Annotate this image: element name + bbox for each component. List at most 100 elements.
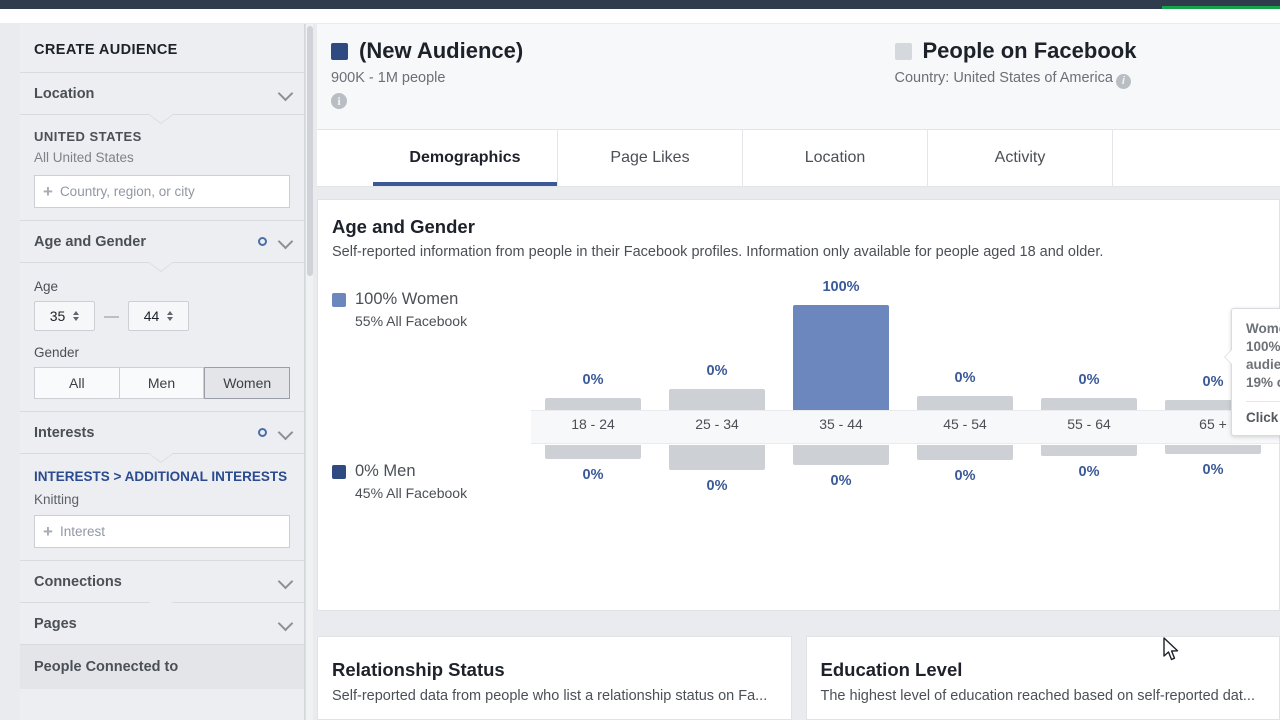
browser-chrome-bar	[0, 0, 1280, 9]
chart-bucket-35-44[interactable]: 100% 0% 35 - 44	[779, 270, 903, 610]
card-title: Relationship Status	[332, 659, 505, 680]
legend-men: 0% Men 45% All Facebook	[332, 462, 467, 501]
age-min-value: 35	[49, 308, 66, 324]
age-gender-panel: Age 35 — 44 Gender All Men Women	[20, 263, 304, 411]
sidebar-section-connections-label: Connections	[34, 573, 122, 590]
breadcrumb-leaf: ADDITIONAL INTERESTS	[124, 469, 288, 484]
sidebar-section-age-gender-controls	[258, 221, 292, 262]
age-max-value: 44	[143, 308, 160, 324]
legend-women-value: 100% Women	[355, 290, 459, 308]
chart-plot-area[interactable]: 0% 0% 18 - 24 0% 0% 25 - 34 100% 0% 35 - 44 0% 0% 4…	[531, 270, 1280, 610]
demographics-tab-bar: Demographics Page Likes Location Activit…	[317, 130, 1280, 187]
men-pct-label: 0%	[830, 473, 852, 489]
stepper-arrows-icon	[73, 311, 80, 321]
card-description: The highest level of education reached b…	[820, 688, 1255, 704]
age-min-stepper[interactable]: 35	[34, 301, 95, 331]
card-title: Education Level	[820, 659, 963, 680]
x-axis-label: 18 - 24	[571, 416, 615, 432]
location-country-header: UNITED STATES	[34, 129, 142, 144]
benchmark-bar-women	[917, 396, 1013, 410]
interests-breadcrumb[interactable]: INTERESTS > ADDITIONAL INTERESTS	[34, 468, 290, 485]
chart-bucket-45-54[interactable]: 0% 0% 45 - 54	[903, 270, 1027, 610]
scrollbar-thumb[interactable]	[306, 26, 313, 276]
location-country-value: All United States	[34, 150, 134, 165]
audience-bar-women[interactable]	[793, 305, 889, 410]
audience-size: 900K - 1M people	[331, 70, 446, 86]
chart-bucket-25-34[interactable]: 0% 0% 25 - 34	[655, 270, 779, 610]
sidebar-section-interests[interactable]: Interests	[20, 412, 304, 453]
women-pct-label: 100%	[822, 279, 860, 295]
chevron-down-icon[interactable]	[279, 575, 292, 588]
chevron-down-icon[interactable]	[279, 235, 292, 248]
tab-activity[interactable]: Activity	[928, 130, 1113, 186]
tab-location[interactable]: Location	[743, 130, 928, 186]
chevron-down-icon[interactable]	[279, 87, 292, 100]
benchmark-title-row: People on Facebook	[894, 38, 1267, 64]
age-max-stepper[interactable]: 44	[128, 301, 189, 331]
men-pct-label: 0%	[954, 468, 976, 484]
women-pct-label: 0%	[954, 370, 976, 387]
age-gender-chart[interactable]: 100% Women 55% All Facebook 0% Men 45% A…	[318, 270, 1280, 661]
section-notch	[20, 114, 304, 124]
tab-page-likes[interactable]: Page Likes	[558, 130, 743, 186]
benchmark-name: People on Facebook	[922, 38, 1137, 63]
chart-bucket-18-24[interactable]: 0% 0% 18 - 24	[531, 270, 655, 610]
benchmark-bar-women	[545, 397, 641, 410]
plus-icon: +	[43, 182, 53, 201]
gender-option-men[interactable]: Men	[119, 367, 205, 399]
men-pct-label: 0%	[1202, 461, 1224, 478]
audience-name: (New Audience)	[359, 38, 524, 63]
tooltip-line-2: 100% of selected audience	[1246, 339, 1280, 372]
gender-segmented-control: All Men Women	[34, 367, 291, 399]
legend-women: 100% Women 55% All Facebook	[332, 290, 467, 329]
sidebar-section-age-gender[interactable]: Age and Gender	[20, 221, 304, 262]
benchmark-bar-men	[545, 445, 641, 459]
chart-bucket-55-64[interactable]: 0% 0% 55 - 64	[1027, 270, 1151, 610]
audience-color-swatch-icon	[331, 42, 348, 60]
chart-tooltip: Women 35 - 44 are 100% of selected audie…	[1224, 308, 1280, 436]
interest-input-placeholder: Interest	[59, 524, 105, 539]
men-pct-label: 0%	[582, 466, 604, 483]
sidebar-section-location[interactable]: Location	[20, 73, 304, 114]
chevron-down-icon[interactable]	[279, 617, 292, 630]
women-pct-label: 0%	[706, 362, 728, 379]
education-level-card[interactable]: Education Level The highest level of edu…	[805, 636, 1280, 720]
legend-women-row: 100% Women	[332, 290, 467, 309]
section-notch	[20, 453, 304, 463]
relationship-status-card[interactable]: Relationship Status Self-reported data f…	[317, 636, 792, 720]
sidebar-section-location-label: Location	[34, 85, 95, 102]
sidebar-section-connections[interactable]: Connections	[20, 561, 304, 602]
sidebar-scrollbar[interactable]	[305, 24, 313, 720]
gender-label: Gender	[34, 345, 80, 360]
info-icon[interactable]: i	[331, 93, 347, 109]
plus-icon: +	[43, 522, 53, 541]
tooltip-line-1: Women 35 - 44 are	[1246, 321, 1280, 336]
audience-title-row: (New Audience)	[331, 38, 703, 64]
legend-men-swatch-icon	[332, 464, 346, 479]
legend-women-benchmark: 55% All Facebook	[355, 313, 468, 329]
sidebar-section-age-gender-label: Age and Gender	[34, 233, 146, 250]
interest-input[interactable]: + Interest	[34, 515, 290, 548]
gender-option-all[interactable]: All	[34, 367, 120, 399]
location-input-placeholder: Country, region, or city	[59, 184, 195, 199]
benchmark-color-swatch-icon	[894, 42, 912, 60]
interest-value: Knitting	[34, 492, 80, 507]
tooltip-footer: Click chart to target	[1246, 410, 1280, 425]
location-input[interactable]: + Country, region, or city	[34, 175, 290, 208]
legend-men-value: 0% Men	[355, 462, 416, 480]
gender-option-women[interactable]: Women	[204, 367, 291, 399]
bottom-cards-row: Relationship Status Self-reported data f…	[317, 636, 1280, 720]
reset-filter-icon[interactable]	[258, 237, 267, 246]
chevron-down-icon[interactable]	[279, 426, 292, 439]
men-pct-label: 0%	[706, 478, 728, 494]
info-icon[interactable]: i	[1115, 74, 1131, 89]
benchmark-bar-men	[1165, 445, 1261, 454]
reset-filter-icon[interactable]	[258, 428, 267, 437]
location-panel: UNITED STATES All United States + Countr…	[20, 115, 304, 220]
card-description: Self-reported data from people who list …	[332, 688, 768, 704]
tab-demographics[interactable]: Demographics	[373, 130, 558, 186]
benchmark-summary: People on Facebook Country: United State…	[703, 38, 1267, 129]
sidebar-section-people-connected-to[interactable]: People Connected to	[20, 644, 304, 689]
benchmark-bar-men	[917, 445, 1013, 460]
sidebar-section-pages[interactable]: Pages	[20, 603, 304, 644]
